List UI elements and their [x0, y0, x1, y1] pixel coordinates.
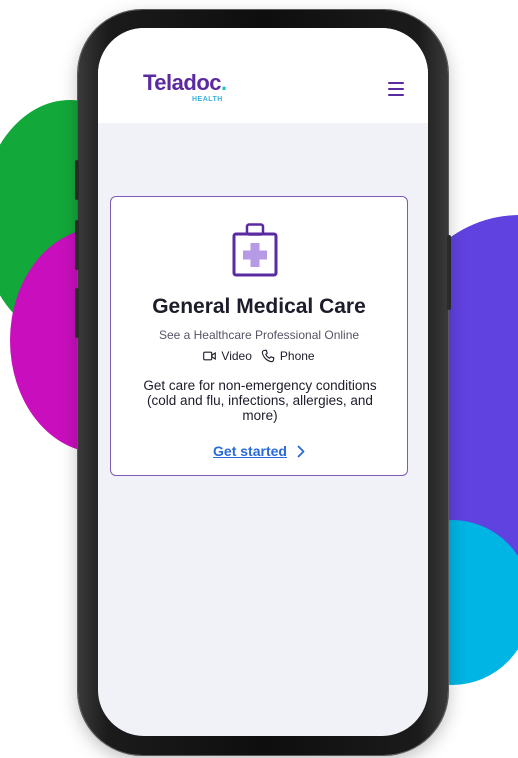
video-label: Video — [221, 349, 252, 363]
teladoc-logo[interactable]: Teladoc. HEALTH — [143, 70, 227, 104]
logo-wordmark: Teladoc. — [143, 70, 227, 95]
phone-frame: Teladoc. HEALTH General Medical Care See… — [75, 10, 451, 755]
card-description: Get care for non-emergency conditions (c… — [143, 378, 377, 423]
logo-subtext: HEALTH — [192, 96, 223, 103]
card-title: General Medical Care — [152, 295, 366, 318]
card-subtitle: See a Healthcare Professional Online — [158, 328, 360, 342]
video-camera-icon — [203, 351, 217, 361]
app-header: Teladoc. HEALTH — [98, 28, 428, 123]
logo-dot: . — [221, 70, 227, 95]
phone-side-button — [75, 160, 79, 200]
phone-side-button — [75, 288, 79, 338]
phone-icon — [261, 349, 275, 363]
phone-side-button — [447, 235, 451, 310]
get-started-link[interactable]: Get started — [111, 443, 407, 459]
medical-kit-icon — [232, 223, 278, 277]
chevron-right-icon[interactable] — [297, 445, 305, 458]
phone-screen: Teladoc. HEALTH General Medical Care See… — [98, 28, 428, 736]
phone-label: Phone — [279, 349, 315, 363]
get-started-label[interactable]: Get started — [213, 443, 287, 459]
stage: Teladoc. HEALTH General Medical Care See… — [0, 0, 518, 758]
hamburger-menu-icon[interactable] — [388, 82, 404, 96]
phone-side-button — [75, 220, 79, 270]
consult-modes: Video Phone — [111, 349, 407, 363]
service-card: General Medical Care See a Healthcare Pr… — [110, 196, 408, 476]
